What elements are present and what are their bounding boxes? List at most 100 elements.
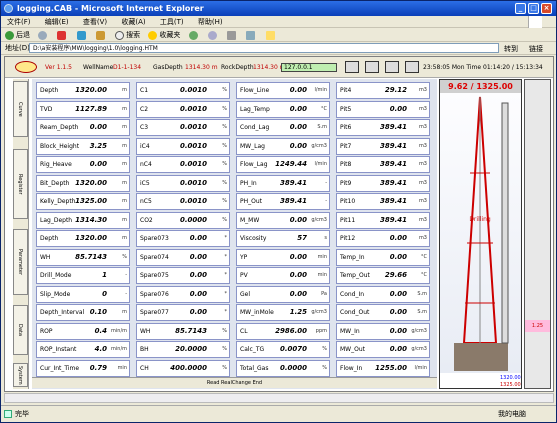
print-tool-icon[interactable] <box>385 61 399 73</box>
tab-parameter[interactable]: Parameter <box>13 229 28 295</box>
param-unit: % <box>222 346 227 352</box>
message-box[interactable]: 127.0.0.1 <box>281 63 337 72</box>
param-unit: * <box>224 235 228 241</box>
param-value: 389.41 <box>379 215 407 224</box>
search-button[interactable]: 搜索 <box>115 28 140 42</box>
forward-button[interactable] <box>38 28 49 42</box>
param-unit: g/cm3 <box>311 142 327 149</box>
param-unit: min <box>117 364 127 371</box>
go-button[interactable]: 转到 <box>504 43 518 56</box>
param-value: 1255.00 <box>375 363 407 372</box>
param-value: 1 <box>102 271 107 279</box>
param-value: 1320.00 <box>75 234 107 242</box>
param-value: 1314.30 <box>75 215 107 224</box>
menu-favorites[interactable]: 收藏(A) <box>121 18 145 26</box>
menu-help[interactable]: 帮助(H) <box>198 18 223 26</box>
param-name: BH <box>140 346 149 353</box>
param-cell: ROP 0.4 min/m <box>36 322 130 340</box>
rockdepth-label: RockDepth <box>221 64 254 71</box>
param-name: Spare077 <box>140 309 169 316</box>
menu-edit[interactable]: 编辑(E) <box>45 18 69 26</box>
param-cell: Flow_Lag 1249.44 l/min <box>236 156 330 173</box>
tab-curve[interactable]: Curve <box>13 81 28 137</box>
param-name: Kelly_Depth <box>40 198 76 205</box>
param-unit: s <box>324 235 327 241</box>
param-name: MW_Out <box>340 346 365 353</box>
param-name: Gel <box>240 290 251 298</box>
param-value: 1320.00 <box>75 86 107 94</box>
param-unit: m <box>122 87 127 93</box>
param-cell: MW_Out 0.00 g/cm3 <box>336 341 430 358</box>
param-unit: % <box>222 142 227 149</box>
param-value: 0.0070 <box>279 345 307 353</box>
param-cell: Block_Height 3.25 m <box>36 137 130 155</box>
param-unit: % <box>222 179 227 186</box>
edit-button[interactable] <box>246 28 257 42</box>
param-name: WH <box>40 253 51 261</box>
rig-tool-icon[interactable] <box>345 61 359 73</box>
param-name: Bit_Depth <box>40 179 70 187</box>
param-value: 0.0010 <box>179 86 207 94</box>
param-name: CO2 <box>140 216 153 224</box>
param-value: 389.41 <box>379 123 407 131</box>
param-value: 0.00 <box>189 308 207 316</box>
edit-icon <box>246 30 256 40</box>
param-name: Calc_TG <box>240 346 265 353</box>
close-button[interactable]: × <box>541 3 552 14</box>
stop-button[interactable] <box>57 28 68 42</box>
tab-system[interactable]: System <box>13 363 28 387</box>
settings-tool-icon[interactable] <box>405 61 419 73</box>
param-unit: m <box>122 124 127 130</box>
side-tabs: Curve Register Parameter Data System <box>13 79 29 389</box>
param-name: Lag_Depth <box>40 216 73 224</box>
param-cell: Flow_In 1255.00 l/min <box>336 359 430 377</box>
param-cell: Bit_Depth 1320.00 m <box>36 174 130 192</box>
param-cell: PV 0.00 min <box>236 267 330 284</box>
maximize-button[interactable]: □ <box>528 3 539 14</box>
menu-tools[interactable]: 工具(T) <box>160 18 184 26</box>
param-cell: Cond_In 0.00 S.m <box>336 285 430 303</box>
links-button[interactable]: 链接 <box>529 43 543 56</box>
star-icon <box>148 30 158 40</box>
home-button[interactable] <box>95 28 107 42</box>
tab-register[interactable]: Register <box>13 149 28 219</box>
favorites-button[interactable]: 收藏夹 <box>148 28 180 42</box>
refresh-button[interactable] <box>76 28 88 42</box>
param-cell: C3 0.0010% <box>136 119 230 136</box>
param-value: 0.00 <box>289 123 307 131</box>
back-button[interactable]: 后退 <box>5 28 30 42</box>
print-button[interactable] <box>227 28 238 42</box>
param-unit: m3 <box>418 124 427 130</box>
param-cell: Spare076 0.00 * <box>136 285 230 303</box>
mail-button[interactable] <box>207 28 219 42</box>
param-name: Spare076 <box>140 290 169 298</box>
param-unit: % <box>222 216 227 223</box>
menu-file[interactable]: 文件(F) <box>7 18 31 26</box>
menu-view[interactable]: 查看(V) <box>83 18 107 26</box>
horizontal-scrollbar[interactable] <box>4 393 554 403</box>
folder-button[interactable] <box>265 28 277 42</box>
gasdepth-label: GasDepth <box>153 64 183 71</box>
param-value: 0 <box>102 289 107 298</box>
param-value: 0.00 <box>289 252 307 261</box>
param-cell: Pit11 389.41 m3 <box>336 211 430 229</box>
minimize-button[interactable]: _ <box>515 3 526 14</box>
param-cell: Slip_Mode 0 - <box>36 285 130 303</box>
version-text: Ver 1.1.5 <box>45 64 72 71</box>
address-input[interactable]: D:\a安装程序\MW\logging\1.0\logging.HTM <box>29 43 499 53</box>
tab-data[interactable]: Data <box>13 305 28 355</box>
ie-icon <box>4 4 13 13</box>
param-cell: Pit5 0.00 m3 <box>336 100 430 118</box>
grid-tool-icon[interactable] <box>365 61 379 73</box>
param-unit: % <box>222 327 227 334</box>
param-name: Spare075 <box>140 272 169 279</box>
param-cell: Pit10 389.41 m3 <box>336 193 430 210</box>
param-cell: Pit6 389.41 m3 <box>336 119 430 136</box>
param-value: 0.00 <box>289 141 307 150</box>
param-cell: WH 85.7143% <box>136 322 230 340</box>
param-unit: - <box>325 179 327 186</box>
page-content: Ver 1.1.5 WellName D1-1-134 GasDepth 131… <box>4 56 554 392</box>
history-button[interactable] <box>188 28 200 42</box>
param-value: 1320.00 <box>75 178 107 187</box>
param-cell: Spare073 0.00 * <box>136 230 230 247</box>
